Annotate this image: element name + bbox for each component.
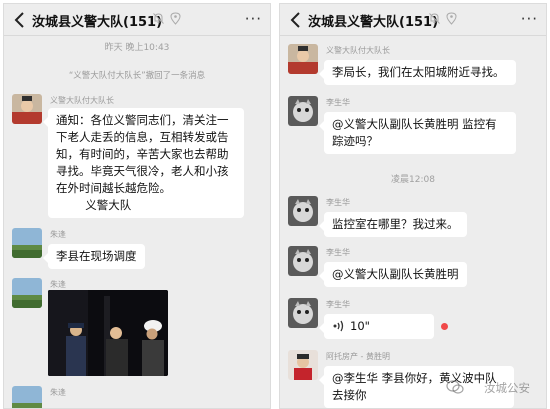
avatar[interactable] — [12, 278, 42, 308]
avatar[interactable] — [12, 228, 42, 258]
timestamp: 凌晨12:08 — [391, 175, 435, 185]
sender-name: 义警大队付大队长 — [326, 46, 390, 55]
chat-header: 汝城县义警大队(151) ··· — [280, 4, 546, 36]
message-bubble[interactable]: 李县在现场调度 — [43, 244, 145, 269]
message-bubble[interactable]: 李局长，我们在太阳城附近寻找。 — [319, 60, 516, 85]
chat-title: 汝城县义警大队(151) — [308, 15, 439, 30]
sender-name: 义警大队付大队长 — [50, 96, 114, 105]
message-bubble[interactable]: 通知：各位义警同志们，清关注一下老人走丢的信息，互相转发或告知，有时间的，辛苦大… — [43, 108, 244, 218]
avatar[interactable] — [288, 196, 318, 226]
sender-name: 李生华 — [326, 300, 350, 309]
message-bubble[interactable]: 监控室在哪里？我过来。 — [319, 212, 467, 237]
sender-name: 李生华 — [326, 248, 350, 257]
chat-window-right: 汝城县义警大队(151) ··· 义警大队付大队长 李局长，我们在太阳城附近寻找… — [279, 3, 547, 409]
location-icon — [444, 12, 458, 26]
recall-notice: “义警大队付大队长”撤回了一条消息 — [68, 71, 206, 81]
bell-mute-icon — [427, 12, 441, 26]
avatar[interactable] — [12, 386, 42, 408]
sender-name: 李生华 — [326, 98, 350, 107]
avatar[interactable] — [288, 44, 318, 74]
sender-name: 阿托房产 - 黄胜明 — [326, 352, 390, 361]
avatar[interactable] — [12, 94, 42, 124]
message-bubble[interactable]: @义警大队副队长黄胜明 监控有踪迹吗？ — [319, 112, 516, 154]
location-icon — [168, 12, 182, 26]
wechat-icon — [446, 380, 464, 398]
sender-name: 朱逢 — [50, 388, 66, 397]
more-icon[interactable]: ··· — [521, 10, 538, 28]
scene-photo[interactable] — [48, 290, 168, 376]
message-bubble[interactable]: @义警大队副队长黄胜明 — [319, 262, 467, 287]
watermark: 汝城公安 — [484, 381, 530, 395]
sender-name: 朱逢 — [50, 230, 66, 239]
avatar[interactable] — [288, 246, 318, 276]
voice-message[interactable]: 10" — [319, 314, 434, 339]
chat-title: 汝城县义警大队(151) — [32, 15, 163, 30]
chevron-left-icon[interactable] — [288, 10, 304, 30]
chat-header: 汝城县义警大队(151) ··· — [4, 4, 270, 36]
sender-name: 李生华 — [326, 198, 350, 207]
timestamp: 昨天 晚上10:43 — [104, 43, 170, 53]
more-icon[interactable]: ··· — [245, 10, 262, 28]
voice-duration: 10" — [350, 319, 370, 333]
bell-mute-icon — [151, 12, 165, 26]
sender-name: 朱逢 — [50, 280, 66, 289]
avatar[interactable] — [288, 350, 318, 380]
unread-dot — [441, 323, 448, 330]
voice-wave-icon — [333, 319, 345, 338]
chevron-left-icon[interactable] — [12, 10, 28, 30]
avatar[interactable] — [288, 96, 318, 126]
chat-window-left: 汝城县义警大队(151) ··· 昨天 晚上10:43 “义警大队付大队长”撤回… — [3, 3, 271, 409]
avatar[interactable] — [288, 298, 318, 328]
